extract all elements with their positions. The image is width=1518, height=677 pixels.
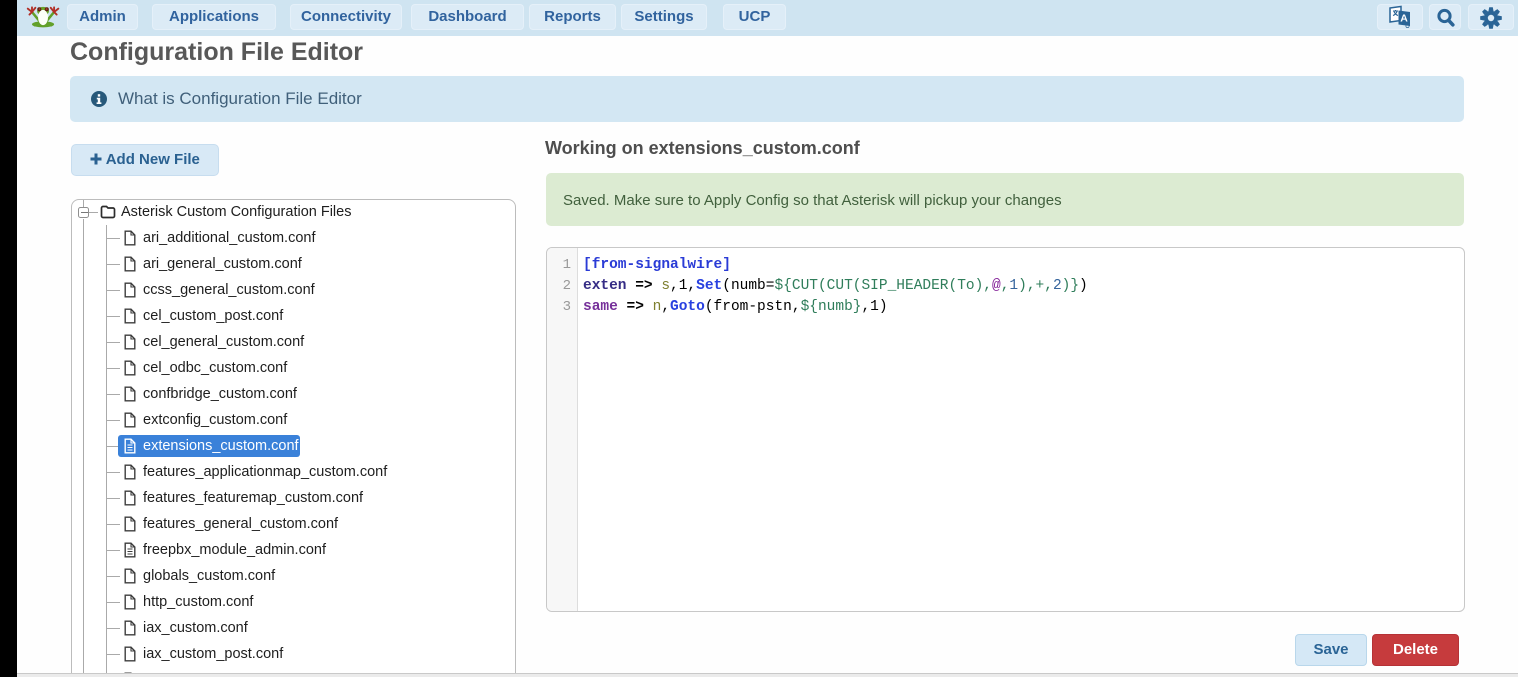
svg-text:A: A — [1400, 13, 1408, 25]
